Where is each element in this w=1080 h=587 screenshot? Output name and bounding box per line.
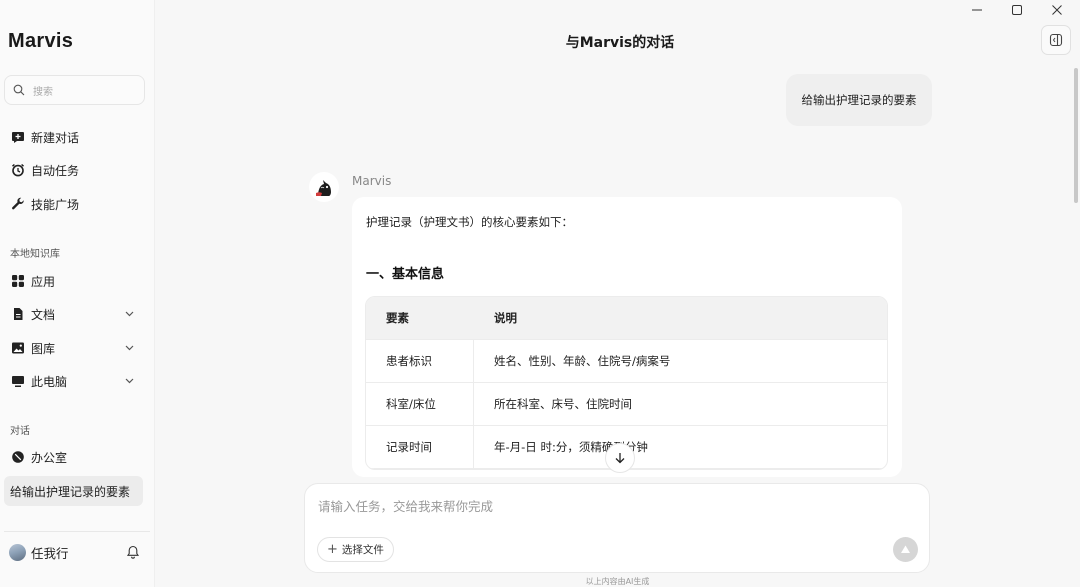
minimize-icon[interactable] (970, 3, 984, 17)
divider (4, 531, 150, 532)
arrow-down-icon (615, 453, 625, 464)
chevron-down-icon[interactable] (124, 342, 135, 353)
new-chat-label: 新建对话 (31, 130, 80, 145)
sidebar: Marvis 搜索 新建对话 自动任务 技能广场 本地知识库 应用 文档 图库 … (0, 0, 155, 587)
toggle-panel-button[interactable] (1041, 25, 1071, 55)
table-cell: 姓名、性别、年龄、住院号/病案号 (494, 354, 671, 368)
kb-item-label: 图库 (31, 341, 56, 356)
table-header-cell: 说明 (494, 311, 517, 325)
kb-item-label: 文档 (31, 307, 56, 322)
select-file-button[interactable]: + 选择文件 (317, 537, 394, 562)
close-icon[interactable] (1050, 3, 1064, 17)
table-cell: 科室/床位 (366, 383, 474, 425)
kb-item-this-pc[interactable]: 此电脑 (4, 367, 145, 395)
bot-name: Marvis (352, 174, 392, 188)
scroll-to-bottom-button[interactable] (605, 443, 635, 473)
task-input[interactable] (318, 499, 878, 514)
user-message-text: 给输出护理记录的要素 (801, 93, 917, 107)
image-icon (11, 341, 25, 355)
bell-icon[interactable] (126, 545, 140, 559)
table-cell: 记录时间 (366, 426, 474, 468)
leaf-icon (11, 450, 25, 464)
maximize-icon[interactable] (1010, 3, 1024, 17)
table-cell: 所在科室、床号、住院时间 (494, 397, 632, 411)
monitor-icon (11, 374, 25, 388)
skills-button[interactable]: 技能广场 (4, 190, 145, 218)
search-placeholder: 搜索 (33, 86, 53, 98)
bot-avatar (309, 172, 339, 202)
bot-message-card: 护理记录（护理文书）的核心要素如下： 一、基本信息 要素 说明 患者标识 姓名、… (352, 197, 902, 477)
send-button[interactable] (893, 537, 918, 562)
scrollbar[interactable] (1074, 68, 1078, 203)
plus-icon: + (327, 542, 338, 557)
skills-label: 技能广场 (31, 197, 80, 212)
new-chat-icon (11, 130, 25, 144)
section-heading: 一、基本信息 (366, 267, 445, 282)
user-name: 任我行 (31, 546, 69, 561)
alarm-clock-icon (11, 163, 25, 177)
bot-intro-text: 护理记录（护理文书）的核心要素如下： (366, 215, 573, 229)
new-chat-button[interactable]: 新建对话 (4, 123, 145, 151)
conversations-section-label: 对话 (10, 426, 30, 437)
kb-item-documents[interactable]: 文档 (4, 300, 145, 328)
table-row: 科室/床位 所在科室、床号、住院时间 (366, 383, 887, 426)
search-input[interactable]: 搜索 (4, 75, 145, 105)
kb-section-label: 本地知识库 (10, 249, 60, 260)
search-icon (13, 84, 25, 96)
auto-tasks-button[interactable]: 自动任务 (4, 156, 145, 184)
wrench-icon (11, 197, 25, 211)
send-arrow-icon (901, 545, 910, 553)
chevron-down-icon[interactable] (124, 308, 135, 319)
conversation-label: 给输出护理记录的要素 (10, 484, 131, 499)
table-cell: 患者标识 (366, 340, 474, 382)
kb-item-label: 应用 (31, 274, 56, 289)
kb-item-apps[interactable]: 应用 (4, 267, 145, 295)
conversation-office[interactable]: 办公室 (4, 443, 145, 471)
conversation-active[interactable]: 给输出护理记录的要素 (4, 476, 143, 506)
select-file-label: 选择文件 (341, 544, 384, 556)
avatar (9, 544, 26, 561)
document-icon (11, 307, 25, 321)
table-row: 患者标识 姓名、性别、年龄、住院号/病案号 (366, 340, 887, 383)
auto-tasks-label: 自动任务 (31, 163, 80, 178)
table-header-row: 要素 说明 (366, 297, 887, 340)
marvis-logo-icon (316, 180, 331, 196)
page-title: 与Marvis的对话 (565, 35, 675, 51)
table-header-cell: 要素 (386, 311, 409, 325)
composer: + 选择文件 (304, 483, 930, 573)
user-message-bubble: 给输出护理记录的要素 (786, 74, 932, 126)
conversation-label: 办公室 (31, 450, 68, 465)
kb-item-label: 此电脑 (31, 374, 68, 389)
chevron-down-icon[interactable] (124, 375, 135, 386)
user-profile[interactable]: 任我行 (9, 543, 69, 562)
sidebar-panel-icon (1049, 33, 1063, 47)
ai-disclaimer: 以上内容由AI生成 (585, 577, 650, 586)
grid-icon (11, 274, 25, 288)
kb-item-gallery[interactable]: 图库 (4, 334, 145, 362)
